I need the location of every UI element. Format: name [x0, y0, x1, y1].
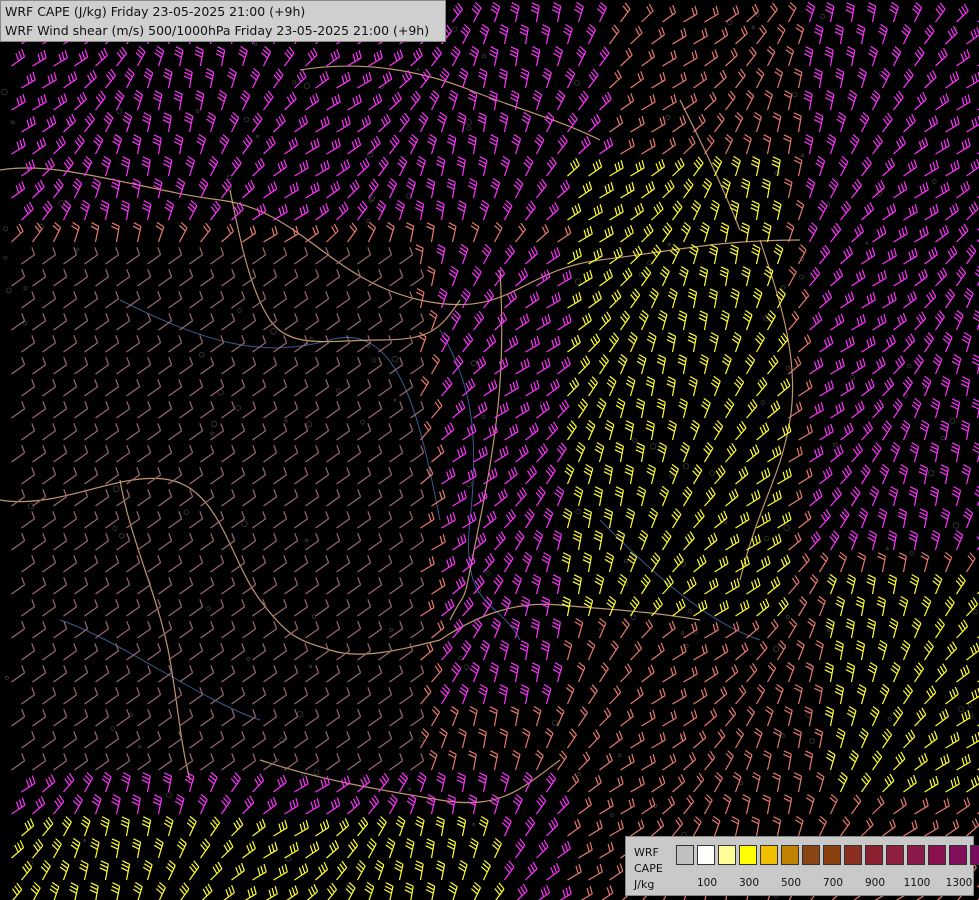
- legend-swatch: [949, 845, 967, 865]
- legend-unit-label: J/kg: [634, 878, 655, 891]
- legend-tick-label: 300: [738, 877, 760, 889]
- legend-swatch: [760, 845, 778, 865]
- legend-swatch: [676, 845, 694, 865]
- legend-swatch: [865, 845, 883, 865]
- legend-swatch: [970, 845, 979, 865]
- legend-swatch: [823, 845, 841, 865]
- wind-shear-title: WRF Wind shear (m/s) 500/1000hPa Friday …: [5, 23, 430, 38]
- legend-swatch: [697, 845, 715, 865]
- legend-tick-label: 1100: [903, 877, 931, 889]
- legend-swatch: [907, 845, 925, 865]
- legend-tick-label: 100: [696, 877, 718, 889]
- legend-color-scale: [676, 845, 979, 865]
- legend-tick-label: 900: [864, 877, 886, 889]
- legend-tick-labels: 100300500700900110013001500: [676, 877, 976, 891]
- legend-swatch: [739, 845, 757, 865]
- legend-swatch: [802, 845, 820, 865]
- legend-swatch: [928, 845, 946, 865]
- cape-title: WRF CAPE (J/kg) Friday 23-05-2025 21:00 …: [5, 4, 306, 19]
- legend-tick-label: 700: [822, 877, 844, 889]
- legend-swatch: [844, 845, 862, 865]
- weather-map: [0, 0, 979, 900]
- legend-tick-label: 1300: [945, 877, 973, 889]
- legend-swatch: [718, 845, 736, 865]
- cape-legend: WRF CAPE J/kg 10030050070090011001300150…: [625, 836, 979, 896]
- legend-variable-label: CAPE: [634, 862, 663, 875]
- map-title-box: WRF CAPE (J/kg) Friday 23-05-2025 21:00 …: [0, 0, 446, 42]
- legend-swatch: [781, 845, 799, 865]
- legend-model-label: WRF: [634, 846, 659, 859]
- legend-tick-label: 500: [780, 877, 802, 889]
- legend-swatch: [886, 845, 904, 865]
